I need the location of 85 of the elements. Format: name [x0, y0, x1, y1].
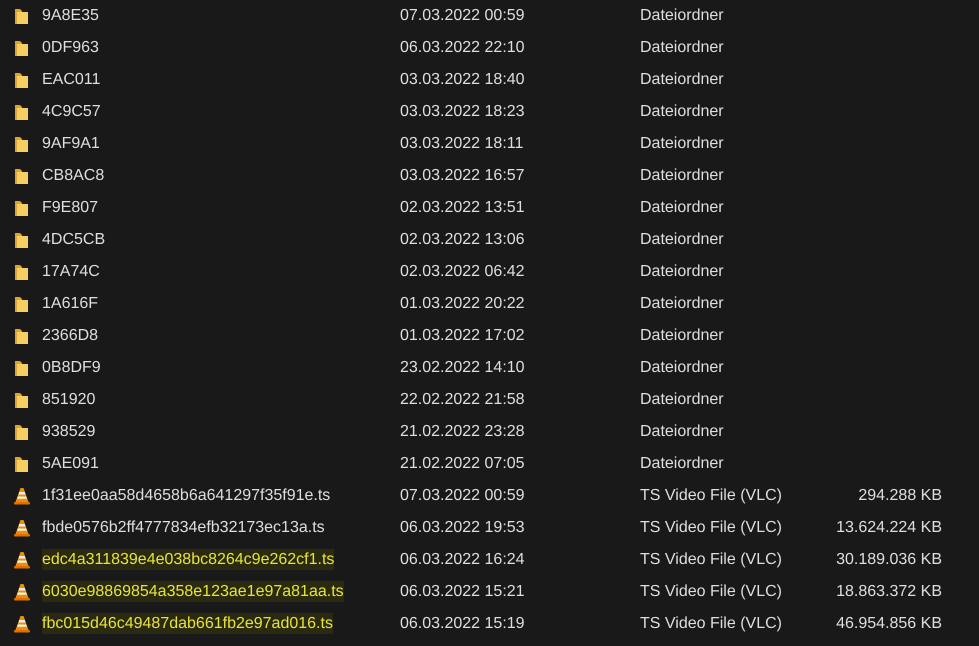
traffic-cone-icon	[13, 519, 31, 537]
modified-date: 22.02.2022 21:58	[400, 390, 526, 410]
folder-icon	[13, 103, 31, 121]
traffic-cone-icon	[13, 583, 31, 601]
modified-date: 07.03.2022 00:59	[400, 486, 526, 506]
file-type: Dateiordner	[640, 134, 725, 154]
folder-icon	[13, 71, 31, 89]
file-size: 46.954.856 KB	[835, 614, 942, 634]
modified-date: 02.03.2022 13:06	[400, 230, 526, 250]
file-type: Dateiordner	[640, 390, 725, 410]
folder-icon	[13, 135, 31, 153]
folder-icon	[13, 263, 31, 281]
folder-icon	[13, 423, 31, 441]
file-type: Dateiordner	[640, 326, 725, 346]
folder-icon	[13, 359, 31, 377]
file-type: Dateiordner	[640, 230, 725, 250]
file-type: TS Video File (VLC)	[640, 550, 783, 570]
file-name[interactable]: 851920	[42, 389, 96, 410]
file-name[interactable]: CB8AC8	[42, 165, 104, 186]
folder-icon	[13, 391, 31, 409]
file-type: Dateiordner	[640, 422, 725, 442]
modified-date: 06.03.2022 22:10	[400, 38, 526, 58]
file-type: Dateiordner	[640, 102, 725, 122]
folder-icon	[13, 199, 31, 217]
file-name[interactable]: edc4a311839e4e038bc8264c9e262cf1.ts	[42, 549, 334, 570]
modified-date: 03.03.2022 18:40	[400, 70, 526, 90]
file-type: TS Video File (VLC)	[640, 486, 783, 506]
file-name[interactable]: 17A74C	[42, 261, 100, 282]
file-name[interactable]: 938529	[42, 421, 96, 442]
file-type: TS Video File (VLC)	[640, 518, 783, 538]
traffic-cone-icon	[13, 487, 31, 505]
modified-date: 01.03.2022 20:22	[400, 294, 526, 314]
file-type: TS Video File (VLC)	[640, 614, 783, 634]
modified-date: 02.03.2022 06:42	[400, 262, 526, 282]
file-name[interactable]: 1A616F	[42, 293, 98, 314]
folder-icon	[13, 167, 31, 185]
file-type: Dateiordner	[640, 38, 725, 58]
file-size: 13.624.224 KB	[835, 518, 942, 538]
file-name[interactable]: 1f31ee0aa58d4658b6a641297f35f91e.ts	[42, 485, 330, 506]
file-name[interactable]: F9E807	[42, 197, 98, 218]
modified-date: 07.03.2022 00:59	[400, 6, 526, 26]
modified-date: 06.03.2022 19:53	[400, 518, 526, 538]
file-type: Dateiordner	[640, 166, 725, 186]
modified-date: 21.02.2022 07:05	[400, 454, 526, 474]
file-type: Dateiordner	[640, 70, 725, 90]
modified-date: 01.03.2022 17:02	[400, 326, 526, 346]
file-type: Dateiordner	[640, 262, 725, 282]
modified-date: 06.03.2022 16:24	[400, 550, 526, 570]
modified-date: 06.03.2022 15:21	[400, 582, 526, 602]
traffic-cone-icon	[13, 551, 31, 569]
file-type: Dateiordner	[640, 358, 725, 378]
file-type: Dateiordner	[640, 454, 725, 474]
folder-icon	[13, 295, 31, 313]
modified-date: 02.03.2022 13:51	[400, 198, 526, 218]
modified-date: 06.03.2022 15:19	[400, 614, 526, 634]
file-size: 18.863.372 KB	[835, 582, 942, 602]
file-name[interactable]: fbde0576b2ff4777834efb32173ec13a.ts	[42, 517, 325, 538]
file-name[interactable]: 0DF963	[42, 37, 99, 58]
modified-date: 03.03.2022 16:57	[400, 166, 526, 186]
modified-date: 03.03.2022 18:11	[400, 134, 524, 154]
file-name[interactable]: 9AF9A1	[42, 133, 100, 154]
file-name[interactable]: 4C9C57	[42, 101, 101, 122]
file-type: TS Video File (VLC)	[640, 582, 783, 602]
file-size: 30.189.036 KB	[835, 550, 942, 570]
file-type: Dateiordner	[640, 198, 725, 218]
file-name[interactable]: EAC011	[42, 69, 100, 90]
modified-date: 21.02.2022 23:28	[400, 422, 526, 442]
file-name[interactable]: 6030e98869854a358e123ae1e97a81aa.ts	[42, 581, 344, 602]
file-name[interactable]: 5AE091	[42, 453, 99, 474]
file-size: 294.288 KB	[857, 486, 942, 506]
folder-icon	[13, 231, 31, 249]
modified-date: 03.03.2022 18:23	[400, 102, 526, 122]
file-name[interactable]: 9A8E35	[42, 5, 99, 26]
file-name[interactable]: 2366D8	[42, 325, 98, 346]
folder-icon	[13, 39, 31, 57]
folder-icon	[13, 327, 31, 345]
folder-icon	[13, 455, 31, 473]
folder-icon	[13, 7, 31, 25]
modified-date: 23.02.2022 14:10	[400, 358, 526, 378]
traffic-cone-icon	[13, 615, 31, 633]
file-name[interactable]: 4DC5CB	[42, 229, 106, 250]
file-type: Dateiordner	[640, 6, 725, 26]
file-name[interactable]: 0B8DF9	[42, 357, 101, 378]
file-name[interactable]: fbc015d46c49487dab661fb2e97ad016.ts	[42, 613, 333, 634]
file-type: Dateiordner	[640, 294, 725, 314]
